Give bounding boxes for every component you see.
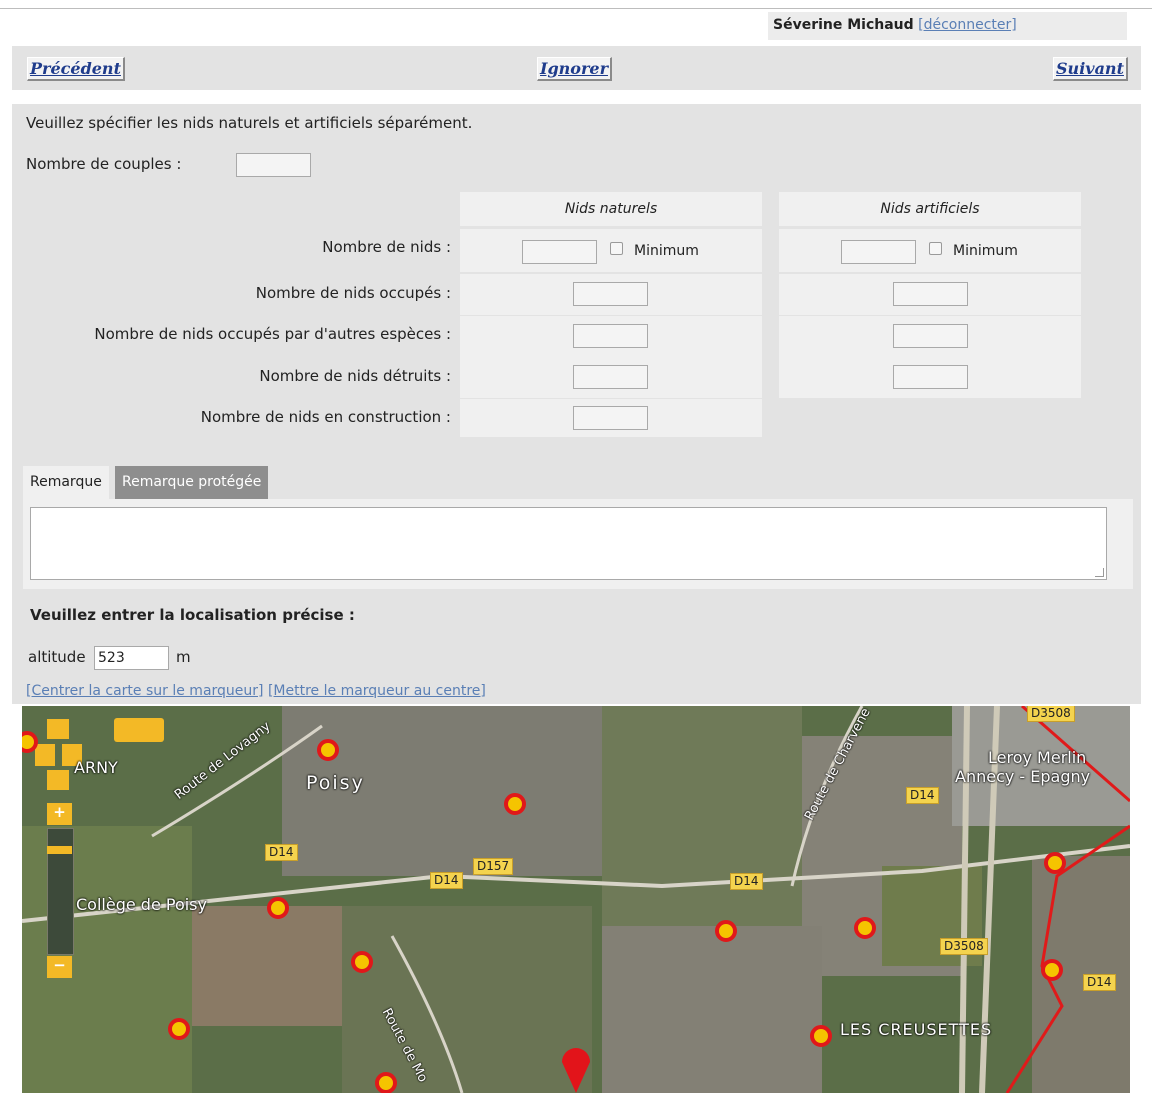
observation-marker [375,1072,397,1093]
observation-marker [854,917,876,939]
observation-marker [715,920,737,942]
map-links: [Centrer la carte sur le marqueur] [Mett… [26,683,486,699]
artificial-occupied-input[interactable] [893,282,968,306]
observation-markers [22,731,1066,1093]
row-label-nests: Nombre de nids : [322,238,451,256]
cell-artificial-other-species [779,316,1081,357]
observation-marker [810,1025,832,1047]
user-name: Séverine Michaud [773,17,914,33]
previous-button[interactable]: Précédent [27,57,125,81]
top-divider [0,8,1152,9]
natural-other-species-input[interactable] [573,324,648,348]
natural-minimum-checkbox[interactable] [610,242,623,255]
couples-label: Nombre de couples : [26,155,182,173]
observation-marker [317,739,339,761]
altitude-unit: m [176,648,191,666]
map-view[interactable]: + − ARNY Poisy Collège de Poisy Leroy Me… [22,706,1130,1093]
column-header-natural: Nids naturels [460,192,762,226]
artificial-nests-input[interactable] [841,240,916,264]
observation-marker [1041,959,1063,981]
altitude-label: altitude [28,648,86,666]
cell-natural-destroyed [460,357,762,398]
cell-natural-occupied [460,274,762,315]
artificial-minimum-checkbox[interactable] [929,242,942,255]
observation-marker [351,951,373,973]
natural-occupied-input[interactable] [573,282,648,306]
cell-natural-construction [460,399,762,437]
cell-artificial-occupied [779,274,1081,315]
remark-textarea[interactable] [30,507,1107,580]
row-label-occupied: Nombre de nids occupés : [255,284,451,302]
instruction-text: Veuillez spécifier les nids naturels et … [26,114,473,132]
artificial-minimum-label: Minimum [953,243,1018,259]
altitude-input[interactable]: 523 [94,646,169,670]
tab-protected-remark[interactable]: Remarque protégée [115,466,269,499]
row-label-destroyed: Nombre de nids détruits : [259,367,451,385]
row-label-construction: Nombre de nids en construction : [200,408,451,426]
cell-artificial-destroyed [779,357,1081,398]
couples-input[interactable] [236,153,311,177]
location-pin-icon [562,1048,590,1093]
row-label-other-species: Nombre de nids occupés par d'autres espè… [94,325,451,343]
artificial-other-species-input[interactable] [893,324,968,348]
marker-center-link[interactable]: [Mettre le marqueur au centre] [268,683,486,699]
location-heading: Veuillez entrer la localisation précise … [30,606,355,624]
next-button[interactable]: Suivant [1053,57,1128,81]
logout-link[interactable]: [déconnecter] [918,17,1017,33]
observation-marker [22,731,38,753]
cell-artificial-nests: Minimum [779,229,1081,272]
nav-bar: Précédent Ignorer Suivant [12,46,1141,90]
artificial-destroyed-input[interactable] [893,365,968,389]
user-bar: Séverine Michaud [déconnecter] [768,12,1127,40]
observation-marker [1044,852,1066,874]
tab-remark[interactable]: Remarque [23,466,109,499]
form-panel: Veuillez spécifier les nids naturels et … [12,104,1141,704]
natural-minimum-label: Minimum [634,243,699,259]
observation-marker [267,897,289,919]
remark-panel [23,499,1133,589]
cell-natural-other-species [460,316,762,357]
center-map-link[interactable]: [Centrer la carte sur le marqueur] [26,683,264,699]
cell-natural-nests: Minimum [460,229,762,272]
observation-marker [168,1018,190,1040]
column-header-artificial: Nids artificiels [779,192,1081,226]
observation-marker [504,793,526,815]
natural-destroyed-input[interactable] [573,365,648,389]
natural-nests-input[interactable] [522,240,597,264]
ignore-button[interactable]: Ignorer [537,57,613,81]
resize-handle[interactable] [1095,568,1104,577]
natural-construction-input[interactable] [573,406,648,430]
